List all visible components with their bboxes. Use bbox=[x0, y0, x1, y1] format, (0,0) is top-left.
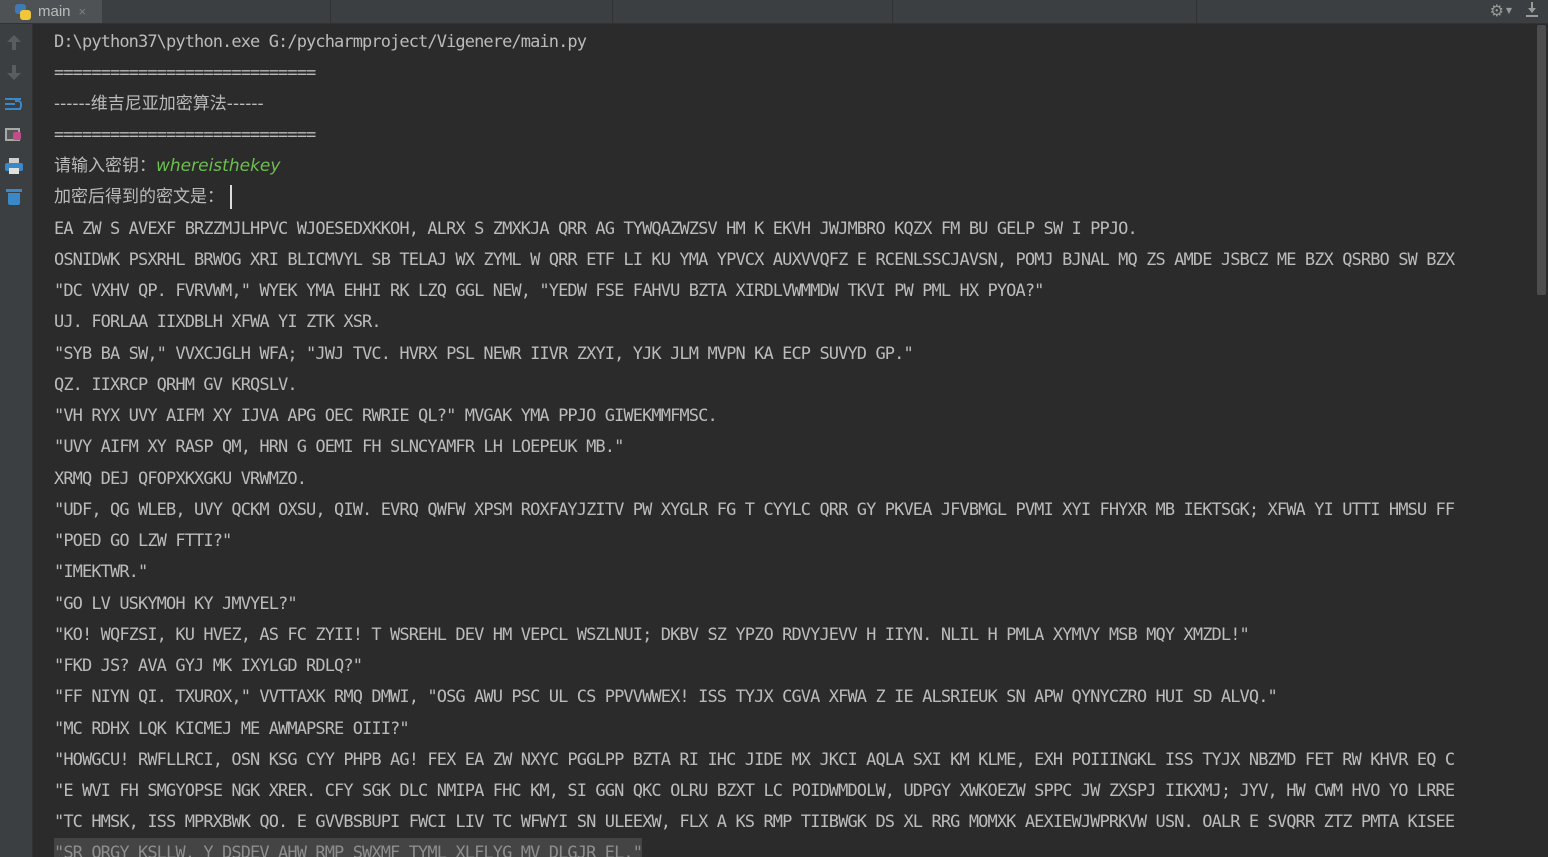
close-tab-icon[interactable]: × bbox=[79, 4, 87, 19]
console-line: UJ. FORLAA IIXDBLH XFWA YI ZTK XSR. bbox=[54, 312, 382, 332]
console-line: EA ZW S AVEXF BRZZMJLHPVC WJOESEDXKKOH, … bbox=[54, 219, 1138, 239]
console-line: XRMQ DEJ QFOPXKXGKU VRWMZO. bbox=[54, 469, 307, 489]
console-toolbar bbox=[0, 24, 33, 857]
key-prompt-line: 请输入密钥：whereisthekey bbox=[54, 151, 280, 182]
console-line: D:\python37\python.exe G:/pycharmproject… bbox=[54, 32, 587, 52]
chevron-down-icon[interactable]: ▼ bbox=[1506, 6, 1512, 15]
console-line: "KO! WQFZSI, KU HVEZ, AS FC ZYII! T WSRE… bbox=[54, 625, 1250, 645]
vertical-scrollbar[interactable] bbox=[1536, 25, 1548, 857]
console-line: "UDF, QG WLEB, UVY QCKM OXSU, QIW. EVRQ … bbox=[54, 500, 1455, 520]
run-console-output[interactable]: D:\python37\python.exe G:/pycharmproject… bbox=[34, 25, 1536, 857]
console-line: "UVY AIFM XY RASP QM, HRN G OEMI FH SLNC… bbox=[54, 437, 624, 457]
console-line: "DC VXHV QP. FVRVWM," WYEK YMA EHHI RK L… bbox=[54, 281, 1044, 301]
console-line: OSNIDWK PSXRHL BRWOG XRI BLICMVYL SB TEL… bbox=[54, 250, 1455, 270]
console-line: "IMEKTWR." bbox=[54, 562, 148, 582]
console-line: ------维吉尼亚加密算法------ bbox=[54, 94, 264, 114]
tabbar-divider bbox=[892, 0, 893, 24]
key-prompt-label: 请输入密钥： bbox=[54, 156, 156, 176]
tab-label: main bbox=[38, 3, 71, 20]
python-file-icon bbox=[14, 3, 32, 21]
ciphertext-prompt-line: 加密后得到的密文是： bbox=[54, 182, 232, 213]
tabbar-divider bbox=[1196, 0, 1197, 24]
console-line: "SYB BA SW," VVXCJGLH WFA; "JWJ TVC. HVR… bbox=[54, 344, 914, 364]
trash-icon[interactable] bbox=[5, 188, 23, 206]
key-input-value[interactable]: whereisthekey bbox=[156, 156, 280, 176]
arrow-up-icon[interactable] bbox=[5, 34, 23, 52]
print-icon[interactable] bbox=[5, 157, 23, 175]
soft-wrap-icon[interactable] bbox=[5, 95, 23, 113]
console-line: QZ. IIXRCP QRHM GV KRQSLV. bbox=[54, 375, 298, 395]
ciphertext-prompt-label: 加密后得到的密文是： bbox=[54, 187, 224, 207]
console-line: "FKD JS? AVA GYJ MK IXYLGD RDLQ?" bbox=[54, 656, 363, 676]
console-line: "SR ORGY KSLLW, Y DSDEV AHW RMP SWXMF TY… bbox=[54, 838, 643, 857]
console-line: "MC RDHX LQK KICMEJ ME AWMAPSRE OIII?" bbox=[54, 719, 410, 739]
text-cursor bbox=[230, 185, 232, 209]
tabbar-divider bbox=[612, 0, 613, 24]
arrow-down-icon[interactable] bbox=[5, 64, 23, 82]
scrollbar-thumb[interactable] bbox=[1537, 25, 1546, 295]
console-line: "VH RYX UVY AIFM XY IJVA APG OEC RWRIE Q… bbox=[54, 406, 718, 426]
hide-panel-icon[interactable] bbox=[1525, 2, 1539, 18]
gear-icon[interactable]: ⚙ bbox=[1490, 1, 1504, 20]
console-line: ============================ bbox=[54, 125, 316, 145]
console-line: ============================ bbox=[54, 63, 316, 83]
console-line: "E WVI FH SMGYOPSE NGK XRER. CFY SGK DLC… bbox=[54, 781, 1455, 801]
tabbar-divider bbox=[330, 0, 331, 24]
console-line: "FF NIYN QI. TXUROX," VVTTAXK RMQ DMWI, … bbox=[54, 687, 1278, 707]
console-line: "TC HMSK, ISS MPRXBWK QO. E GVVBSBUPI FW… bbox=[54, 812, 1455, 832]
console-line: "HOWGCU! RWFLLRCI, OSN KSG CYY PHPB AG! … bbox=[54, 750, 1455, 770]
console-line: "POED GO LZW FTTI?" bbox=[54, 531, 232, 551]
editor-tab-bar: main × ⚙ ▼ bbox=[0, 0, 1548, 24]
console-line: "GO LV USKYMOH KY JMVYEL?" bbox=[54, 594, 298, 614]
scroll-to-end-icon[interactable] bbox=[5, 126, 23, 144]
tab-main[interactable]: main × bbox=[0, 0, 102, 23]
